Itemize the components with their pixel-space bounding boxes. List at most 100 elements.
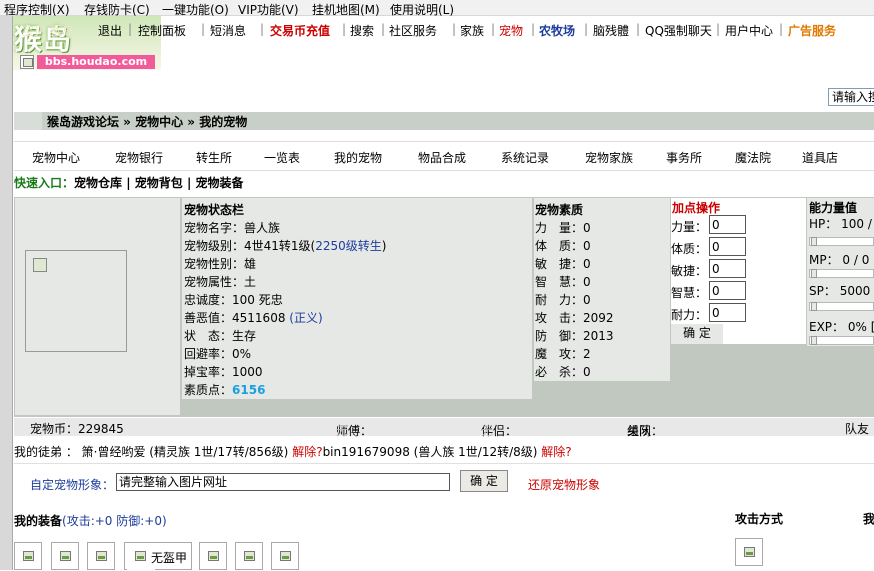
quality-value-critical: 0 — [583, 365, 591, 379]
addpoint-input-wisdom[interactable] — [709, 281, 746, 300]
nav-family[interactable]: 家族 — [460, 22, 484, 39]
equip-slot-7-image-icon[interactable] — [271, 542, 299, 570]
nav-pet[interactable]: 宠物 — [499, 22, 523, 39]
master-value: 无 — [336, 424, 349, 438]
tab-synthesis[interactable]: 物品合成 — [418, 149, 466, 166]
apprentice-label: 我的徒弟 ： — [14, 445, 78, 459]
equip-slot-3-image-icon[interactable] — [87, 542, 115, 570]
attack-mode-label: 攻击方式 — [735, 512, 784, 526]
release-apprentice-2[interactable]: 解除? — [541, 445, 571, 459]
menu-one-key[interactable]: 一键功能(O) — [162, 1, 229, 18]
tab-system-log[interactable]: 系统记录 — [501, 149, 549, 166]
custom-image-label: 自定宠物形象： — [30, 478, 115, 492]
ability-title: 能力量值 — [809, 201, 858, 215]
teammate-label: 队友 — [845, 422, 870, 436]
equip-slot-2-image-icon[interactable] — [51, 542, 79, 570]
custom-image-input[interactable]: 请完整输入图片网址 — [116, 473, 450, 491]
nav-ad-service[interactable]: 广告服务 — [788, 22, 836, 39]
quality-value-agility: 0 — [583, 257, 591, 271]
quality-label-magic: 魔 攻： — [535, 347, 584, 361]
equip-slot-1-image-icon[interactable] — [14, 542, 42, 570]
nav-community[interactable]: 社区服务 — [389, 22, 437, 39]
addpoint-input-agility[interactable] — [709, 259, 746, 278]
tab-pet-center[interactable]: 宠物中心 — [32, 149, 80, 166]
quality-section: 宠物素质 力 量：0 体 质：0 敏 捷：0 智 慧：0 耐 力：0 攻 击：2… — [534, 198, 670, 381]
quick-link-equipment[interactable]: 宠物装备 — [196, 176, 244, 190]
tab-rebirth[interactable]: 转生所 — [196, 149, 232, 166]
ability-section: 能力量值 HP： 100 / MP： 0 / 0 SP： 5000 / EXP：… — [807, 198, 874, 346]
mp-label: MP： — [809, 253, 839, 267]
addpoint-input-endurance[interactable] — [709, 303, 746, 322]
tab-overview[interactable]: 一览表 — [264, 149, 300, 166]
quick-entry: 快速入口：宠物仓库 | 宠物背包 | 宠物装备 — [14, 176, 244, 190]
quality-points-label: 素质点： — [184, 383, 233, 397]
breadcrumb[interactable]: 猴岛游戏论坛 » 宠物中心 » 我的宠物 — [47, 113, 247, 130]
quick-link-warehouse[interactable]: 宠物仓库 — [74, 176, 122, 190]
drop-value: 1000 — [232, 365, 263, 379]
nav-user-center[interactable]: 用户中心 — [725, 22, 773, 39]
quality-points-value: 6156 — [232, 383, 266, 397]
apprentice-second: bin191679098 (兽人族 1世/12转/8级) — [322, 445, 538, 459]
nav-separator: | — [584, 22, 589, 36]
quick-label: 快速入口： — [14, 176, 75, 190]
attack-mode-image-icon[interactable] — [735, 538, 763, 566]
nav-separator: | — [452, 22, 457, 36]
equip-slot-armor[interactable]: 无盔甲 — [124, 542, 192, 571]
addpoint-input-constitution[interactable] — [709, 237, 746, 256]
left-border — [0, 16, 13, 570]
pet-name-label: 宠物名字： — [184, 221, 245, 235]
equip-slot-5-image-icon[interactable] — [199, 542, 227, 570]
justice-link[interactable]: (正义) — [289, 311, 322, 325]
custom-image-confirm-button[interactable]: 确 定 — [460, 470, 508, 492]
tab-pet-bank[interactable]: 宠物银行 — [115, 149, 163, 166]
status-section: 宠物状态栏 宠物名字：兽人族 宠物级别：4世41转1级(2250级转生) 宠物性… — [182, 198, 532, 399]
addpoint-input-strength[interactable] — [709, 215, 746, 234]
status-title: 宠物状态栏 — [184, 203, 245, 217]
nav-farm[interactable]: 农牧场 — [539, 22, 575, 39]
equipment-title: 我的装备 — [14, 514, 63, 528]
quick-link-backpack[interactable]: 宠物背包 — [135, 176, 183, 190]
nav-logout[interactable]: 退出 — [98, 22, 122, 39]
restore-image-link[interactable]: 还原宠物形象 — [528, 476, 600, 493]
release-apprentice-1[interactable]: 解除? — [292, 445, 322, 459]
sp-value: 5000 / — [839, 284, 874, 298]
nav-recharge[interactable]: 交易币充值 — [270, 22, 330, 39]
addpoint-confirm-button[interactable]: 确 定 — [671, 324, 723, 344]
nav-separator: | — [716, 22, 721, 36]
hp-label: HP： — [809, 217, 838, 231]
nav-separator: | — [531, 22, 536, 36]
quality-value-endurance: 0 — [583, 293, 591, 307]
pet-level: 4世41转1级( — [244, 239, 316, 253]
nav-control-panel[interactable]: 控制面板 — [138, 22, 186, 39]
nav-qq-chat[interactable]: QQ强制聊天 — [645, 22, 712, 39]
rebirth-link[interactable]: 2250级转生 — [315, 239, 382, 253]
equipment-stats: (攻击:+0 防御:+0) — [62, 514, 167, 528]
menu-bar: 程序控制(X) 存钱防卡(C) 一键功能(O) VIP功能(V) 挂机地图(M)… — [0, 0, 874, 18]
menu-hang-map[interactable]: 挂机地图(M) — [312, 1, 380, 18]
tab-item-shop[interactable]: 道具店 — [802, 149, 838, 166]
quality-value-defense: 2013 — [583, 329, 614, 343]
equip-slot-6-image-icon[interactable] — [235, 542, 263, 570]
nav-font[interactable]: 脑残體 — [593, 22, 629, 39]
tab-my-pet[interactable]: 我的宠物 — [334, 149, 382, 166]
pet-tabs: 宠物中心 宠物银行 转生所 一览表 我的宠物 物品合成 系统记录 宠物家族 事务… — [14, 141, 874, 171]
menu-help[interactable]: 使用说明(L) — [390, 1, 454, 18]
sp-bar — [809, 302, 874, 311]
mp-value: 0 / 0 — [842, 253, 870, 267]
armor-label: 无盔甲 — [151, 551, 188, 565]
tab-magic[interactable]: 魔法院 — [735, 149, 771, 166]
tab-office[interactable]: 事务所 — [666, 149, 702, 166]
tab-pet-family[interactable]: 宠物家族 — [585, 149, 633, 166]
evil-value: 4511608 — [232, 311, 286, 325]
logo-url[interactable]: bbs.houdao.com — [37, 55, 155, 69]
exp-value: 0% [ — [847, 320, 874, 334]
menu-vip[interactable]: VIP功能(V) — [238, 1, 299, 18]
nav-search[interactable]: 搜索 — [350, 22, 374, 39]
pet-image-frame — [25, 250, 127, 352]
loyalty-label: 忠诚度： — [184, 293, 233, 307]
search-input[interactable]: 请输入搜 — [828, 88, 874, 106]
nav-separator: | — [636, 22, 641, 36]
nav-messages[interactable]: 短消息 — [210, 22, 246, 39]
pet-coins: 宠物币：229845 — [30, 422, 124, 436]
nav-separator: | — [779, 22, 784, 36]
